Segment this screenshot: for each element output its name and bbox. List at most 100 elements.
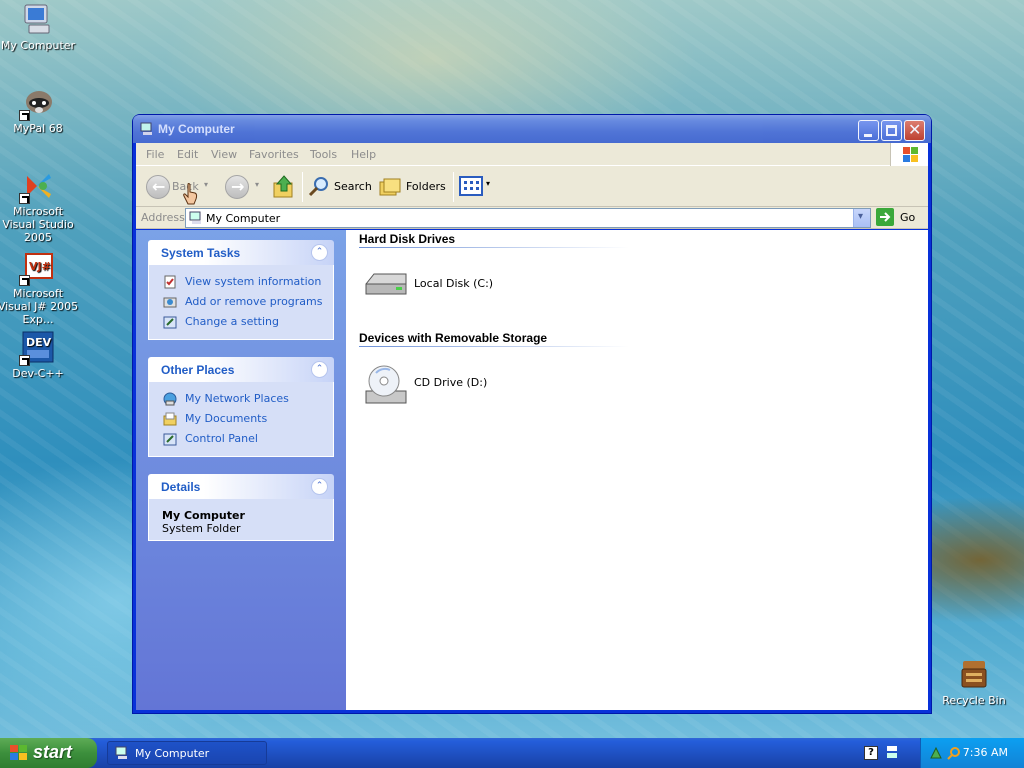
close-button[interactable]: ✕ xyxy=(904,120,925,141)
toolbar-separator xyxy=(453,172,454,202)
taskbar: start My Computer ? 7:36 AM xyxy=(0,738,1024,768)
network-places-icon xyxy=(163,392,177,406)
system-tasks-header[interactable]: System Tasks ⌃ xyxy=(148,240,334,265)
details-type: System Folder xyxy=(162,522,241,535)
group-header-hard-disk-drives: Hard Disk Drives xyxy=(359,232,456,246)
place-label: My Documents xyxy=(185,412,268,425)
details-header[interactable]: Details ⌃ xyxy=(148,474,334,499)
desktop-icon-mypal[interactable]: MyPal 68 xyxy=(0,85,80,135)
forward-arrow-icon: → xyxy=(231,177,245,196)
window-content: System Tasks ⌃ View system information A… xyxy=(136,230,928,710)
cd-drive-icon xyxy=(365,365,407,404)
back-dropdown-icon[interactable]: ▾ xyxy=(204,180,208,189)
search-button[interactable]: Search xyxy=(308,174,376,200)
taskbar-button-my-computer[interactable]: My Computer xyxy=(107,741,267,765)
task-view-system-information[interactable]: View system information xyxy=(161,273,333,293)
desktop-icon-recycle-bin[interactable]: Recycle Bin xyxy=(932,657,1016,707)
task-label: View system information xyxy=(185,275,322,288)
task-change-setting[interactable]: Change a setting xyxy=(161,313,333,333)
search-icon xyxy=(308,177,328,197)
task-pane: System Tasks ⌃ View system information A… xyxy=(136,230,346,710)
collapse-chevron-icon[interactable]: ⌃ xyxy=(311,478,328,495)
windows-logo-icon xyxy=(890,143,928,166)
drive-cd-drive-d[interactable]: CD Drive (D:) xyxy=(362,361,562,411)
task-label: Add or remove programs xyxy=(185,295,323,308)
task-label: Change a setting xyxy=(185,315,279,328)
address-value: My Computer xyxy=(206,212,281,225)
file-list-pane: Hard Disk Drives Local Disk (C:) Devices… xyxy=(346,230,928,710)
other-places-panel: Other Places ⌃ My Network Places My Docu… xyxy=(148,357,334,457)
up-folder-icon xyxy=(273,175,293,198)
up-folder-button[interactable] xyxy=(272,174,296,200)
details-panel: Details ⌃ My Computer System Folder xyxy=(148,474,334,541)
toolbar-separator xyxy=(302,172,303,202)
forward-button[interactable]: → xyxy=(225,175,249,199)
menu-file[interactable]: File xyxy=(146,148,164,161)
drive-label: CD Drive (D:) xyxy=(414,376,488,389)
back-button[interactable]: ← xyxy=(146,175,170,199)
desktop-icon-label: My Computer xyxy=(0,39,76,52)
search-label: Search xyxy=(334,180,372,193)
address-bar: Address My Computer ▾ Go xyxy=(136,207,928,229)
collapse-chevron-icon[interactable]: ⌃ xyxy=(311,244,328,261)
tray-search-icon[interactable] xyxy=(947,746,961,760)
details-name: My Computer xyxy=(162,509,245,522)
place-control-panel[interactable]: Control Panel xyxy=(161,430,333,450)
tray-app-icon[interactable] xyxy=(929,746,943,760)
place-label: My Network Places xyxy=(185,392,289,405)
menu-edit[interactable]: Edit xyxy=(177,148,198,161)
taskbar-button-label: My Computer xyxy=(135,747,210,760)
group-divider xyxy=(359,346,629,347)
go-arrow-icon xyxy=(876,208,894,226)
menu-help[interactable]: Help xyxy=(351,148,376,161)
title-bar[interactable]: My Computer ✕ xyxy=(133,115,931,143)
place-my-network-places[interactable]: My Network Places xyxy=(161,390,333,410)
my-computer-icon xyxy=(115,746,127,759)
desktop-icon-dev-cpp[interactable]: DEV Dev-C++ xyxy=(0,330,80,380)
minimize-button[interactable] xyxy=(858,120,879,141)
forward-dropdown-icon[interactable]: ▾ xyxy=(255,180,259,189)
address-label: Address xyxy=(141,211,185,224)
desktop-icon-label: Microsoft Visual J# 2005 Exp... xyxy=(0,287,79,326)
task-add-remove-programs[interactable]: Add or remove programs xyxy=(161,293,333,313)
help-icon[interactable]: ? xyxy=(864,746,878,760)
drive-label: Local Disk (C:) xyxy=(414,277,494,290)
desktop-icon-visual-studio[interactable]: Microsoft Visual Studio 2005 xyxy=(0,168,80,244)
views-icon xyxy=(459,176,483,196)
desktop-icon-visual-jsharp[interactable]: VJ# Microsoft Visual J# 2005 Exp... xyxy=(0,250,80,326)
system-tasks-body: View system information Add or remove pr… xyxy=(148,265,334,340)
desktop-icon-label: Microsoft Visual Studio 2005 xyxy=(2,205,74,244)
address-dropdown-button[interactable]: ▾ xyxy=(853,209,870,227)
group-header-removable-storage: Devices with Removable Storage xyxy=(359,331,548,345)
visual-jsharp-icon: VJ# xyxy=(19,250,55,286)
desktop-icon-label: MyPal 68 xyxy=(13,122,63,135)
shortcut-arrow-icon xyxy=(19,110,30,121)
shortcut-arrow-icon xyxy=(19,193,30,204)
address-field[interactable]: My Computer ▾ xyxy=(185,208,871,228)
drive-local-disk-c[interactable]: Local Disk (C:) xyxy=(362,262,562,312)
maximize-button[interactable] xyxy=(881,120,902,141)
shortcut-arrow-icon xyxy=(19,275,30,286)
language-bar-icon[interactable] xyxy=(886,745,898,759)
visual-studio-icon xyxy=(19,168,55,204)
menu-tools[interactable]: Tools xyxy=(310,148,337,161)
details-body: My Computer System Folder xyxy=(148,499,334,541)
collapse-chevron-icon[interactable]: ⌃ xyxy=(311,361,328,378)
folders-icon xyxy=(379,178,401,196)
start-button[interactable]: start xyxy=(0,738,97,768)
window-title: My Computer xyxy=(158,122,235,136)
dev-cpp-icon: DEV xyxy=(19,330,55,366)
folders-button[interactable]: Folders xyxy=(379,174,449,200)
place-label: Control Panel xyxy=(185,432,258,445)
go-label: Go xyxy=(900,211,916,224)
menu-favorites[interactable]: Favorites xyxy=(249,148,299,161)
other-places-body: My Network Places My Documents Control P… xyxy=(148,382,334,457)
place-my-documents[interactable]: My Documents xyxy=(161,410,333,430)
other-places-header[interactable]: Other Places ⌃ xyxy=(148,357,334,382)
menu-view[interactable]: View xyxy=(211,148,237,161)
hand-cursor-icon xyxy=(183,183,199,205)
group-divider xyxy=(359,247,629,248)
views-button[interactable]: ▾ xyxy=(459,175,495,199)
desktop-icon-my-computer[interactable]: My Computer xyxy=(0,2,80,52)
control-panel-icon xyxy=(163,316,177,329)
